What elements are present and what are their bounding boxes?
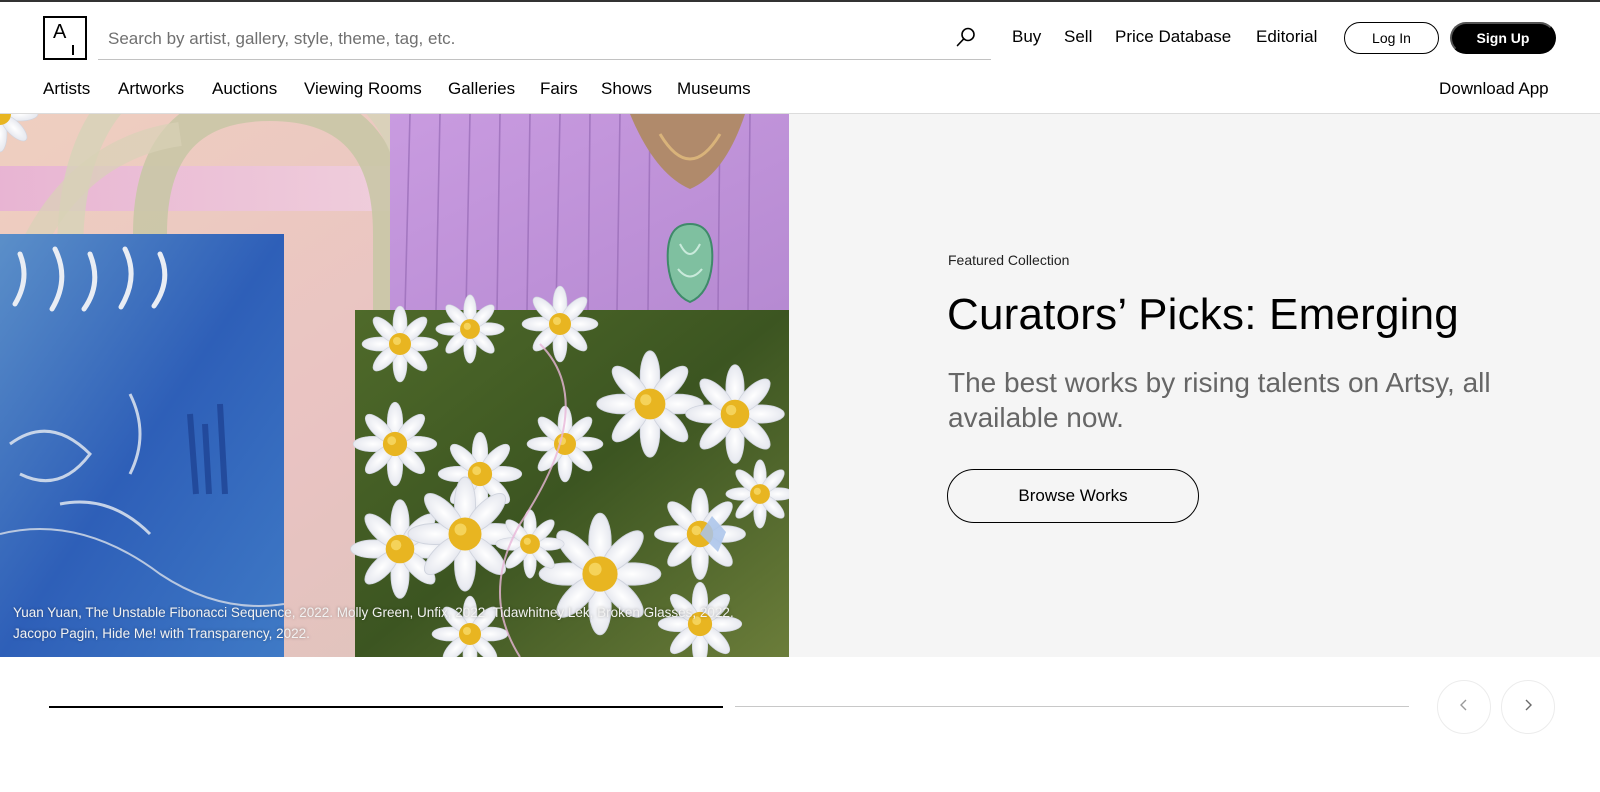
hero-artwork-collage[interactable]: Yuan Yuan, The Unstable Fibonacci Sequen…: [0, 114, 789, 657]
hero-subtitle: The best works by rising talents on Arts…: [948, 367, 1491, 433]
logo-letter: A: [53, 21, 67, 43]
subnav-galleries[interactable]: Galleries: [448, 79, 515, 99]
carousel-next-button[interactable]: [1501, 680, 1555, 734]
artsy-logo[interactable]: A: [43, 16, 87, 60]
carousel-prev-button[interactable]: [1437, 680, 1491, 734]
hero-banner: Yuan Yuan, The Unstable Fibonacci Sequen…: [0, 114, 1600, 657]
featured-eyebrow: Featured Collection: [948, 252, 1070, 268]
nav-buy[interactable]: Buy: [1012, 27, 1041, 47]
chevron-left-icon: [1457, 698, 1471, 717]
download-app-link[interactable]: Download App: [1439, 79, 1549, 99]
subnav-artists[interactable]: Artists: [43, 79, 90, 99]
caption-line-1: Yuan Yuan, The Unstable Fibonacci Sequen…: [13, 605, 734, 620]
nav-price-database[interactable]: Price Database: [1115, 27, 1231, 47]
browse-works-button[interactable]: Browse Works: [947, 469, 1199, 523]
search-input[interactable]: [108, 26, 928, 52]
subnav-artworks[interactable]: Artworks: [118, 79, 184, 99]
search-bar: [98, 20, 991, 60]
subnav-viewing-rooms[interactable]: Viewing Rooms: [304, 79, 422, 99]
login-button[interactable]: Log In: [1344, 22, 1439, 54]
artwork-caption: Yuan Yuan, The Unstable Fibonacci Sequen…: [13, 602, 783, 644]
subnav-shows[interactable]: Shows: [601, 79, 652, 99]
signup-button[interactable]: Sign Up: [1450, 22, 1556, 54]
subnav-museums[interactable]: Museums: [677, 79, 751, 99]
chevron-right-icon: [1521, 698, 1535, 717]
search-icon[interactable]: [955, 26, 977, 48]
hero-title: Curators’ Picks: Emerging: [947, 290, 1459, 339]
carousel-progress-active[interactable]: [49, 706, 723, 708]
window-top-border: [0, 0, 1600, 2]
subnav-auctions[interactable]: Auctions: [212, 79, 277, 99]
nav-sell[interactable]: Sell: [1064, 27, 1092, 47]
subnav-fairs[interactable]: Fairs: [540, 79, 578, 99]
caption-line-2: Jacopo Pagin, Hide Me! with Transparency…: [13, 626, 310, 641]
logo-mark: [72, 45, 74, 55]
nav-editorial[interactable]: Editorial: [1256, 27, 1317, 47]
carousel-progress-next[interactable]: [735, 706, 1409, 707]
